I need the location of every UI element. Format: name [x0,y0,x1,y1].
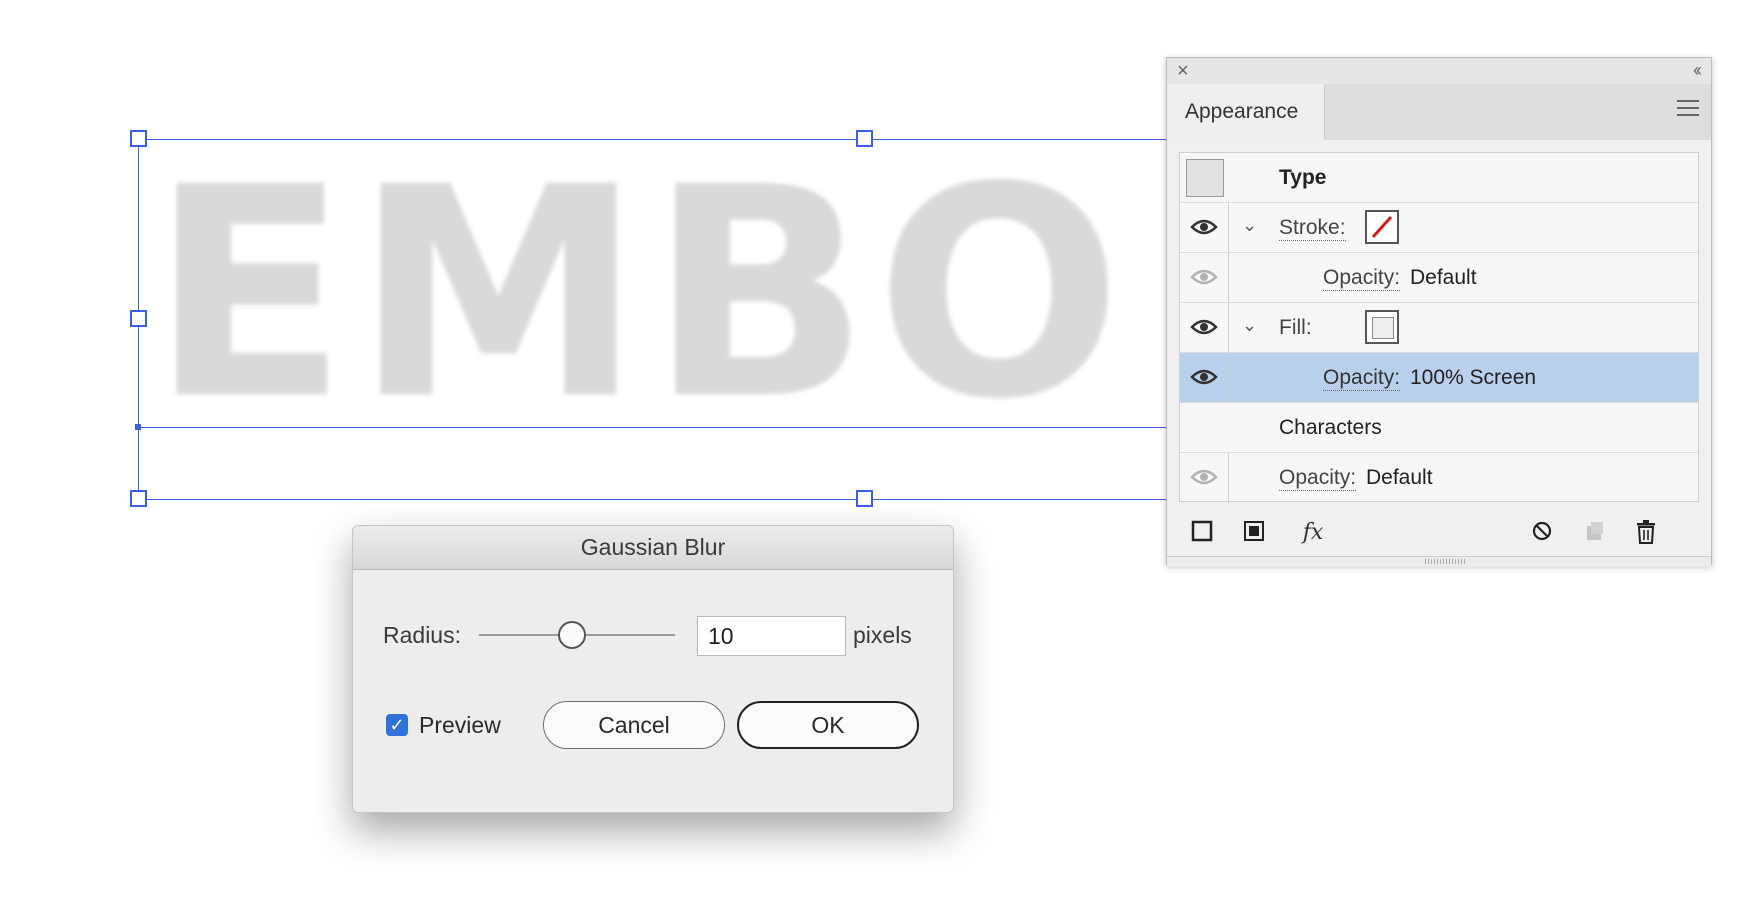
chevron-down-icon[interactable]: ⌄ [1242,215,1257,236]
row-stroke-opacity[interactable]: Opacity: Default [1180,253,1698,303]
row-characters-opacity[interactable]: Opacity: Default [1180,453,1698,503]
cancel-button[interactable]: Cancel [543,701,725,749]
characters-label: Characters [1279,416,1382,439]
panel-tabbar: Appearance [1167,84,1711,140]
column-divider [1228,303,1229,352]
panel-menu-icon[interactable] [1677,100,1699,120]
panel-resize-grip[interactable] [1167,556,1711,567]
artwork-text[interactable]: EMBO [150,150,1128,440]
fx-icon[interactable]: fx [1293,520,1333,546]
dialog-title[interactable]: Gaussian Blur [353,526,953,570]
fill-opacity-value: 100% Screen [1410,366,1537,389]
eye-icon[interactable] [1190,367,1218,387]
radius-label: Radius: [383,622,461,648]
gaussian-blur-dialog: Gaussian Blur Radius: 10 pixels ✓ Previe… [352,525,954,813]
appearance-panel: × ‹‹ Appearance Type ⌄ Stroke: Opacity: … [1166,57,1712,567]
panel-footer-toolbar: fx [1167,510,1711,556]
trash-icon[interactable] [1633,520,1659,546]
fill-label[interactable]: Fill: [1279,316,1312,340]
add-fill-icon[interactable] [1241,520,1267,546]
selection-top-edge [138,139,1168,140]
stroke-label[interactable]: Stroke: [1279,216,1346,241]
object-thumbnail [1186,159,1224,197]
selection-bottom-edge [138,499,1168,500]
baseline-anchor-point[interactable] [135,424,141,430]
eye-icon-dimmed[interactable] [1190,267,1218,287]
tab-appearance[interactable]: Appearance [1167,84,1325,140]
appearance-list: Type ⌄ Stroke: Opacity: Default ⌄ Fill: … [1179,152,1699,503]
column-divider [1228,203,1229,252]
type-label: Type [1279,166,1327,189]
fill-swatch[interactable] [1365,310,1399,344]
eye-icon[interactable] [1190,317,1218,337]
collapse-panel-icon[interactable]: ‹‹ [1693,59,1702,81]
stroke-swatch[interactable] [1365,210,1399,244]
eye-icon-dimmed[interactable] [1190,467,1218,487]
column-divider [1228,253,1229,302]
selection-handle-bottom-middle[interactable] [856,490,873,507]
row-type[interactable]: Type [1180,153,1698,203]
selection-handle-bottom-left[interactable] [130,490,147,507]
characters-opacity-value: Default [1366,466,1433,489]
duplicate-item-icon[interactable] [1581,520,1607,546]
chevron-down-icon[interactable]: ⌄ [1242,315,1257,336]
close-icon[interactable]: × [1177,60,1189,82]
row-stroke[interactable]: ⌄ Stroke: [1180,203,1698,253]
selection-baseline [138,427,1168,428]
characters-opacity-label[interactable]: Opacity: [1279,466,1357,491]
stroke-opacity-value: Default [1410,266,1477,289]
selection-handle-top-left[interactable] [130,130,147,147]
row-characters[interactable]: Characters [1180,403,1698,453]
ok-button[interactable]: OK [737,701,919,749]
column-divider [1228,453,1229,503]
preview-label[interactable]: Preview [419,712,501,739]
panel-titlebar: × ‹‹ [1167,58,1711,85]
selection-handle-top-middle[interactable] [856,130,873,147]
add-stroke-icon[interactable] [1189,520,1215,546]
radius-slider-knob[interactable] [558,621,586,649]
radius-input[interactable]: 10 [697,616,846,656]
fill-opacity-label[interactable]: Opacity: [1323,366,1401,391]
eye-icon[interactable] [1190,217,1218,237]
preview-checkbox[interactable]: ✓ [386,714,408,736]
stroke-opacity-label[interactable]: Opacity: [1323,266,1401,291]
row-fill-opacity[interactable]: Opacity: 100% Screen [1180,353,1698,403]
radius-unit-label: pixels [853,622,912,648]
selection-handle-middle-left[interactable] [130,310,147,327]
column-divider [1228,353,1229,402]
clear-appearance-icon[interactable] [1529,520,1555,546]
row-fill[interactable]: ⌄ Fill: [1180,303,1698,353]
